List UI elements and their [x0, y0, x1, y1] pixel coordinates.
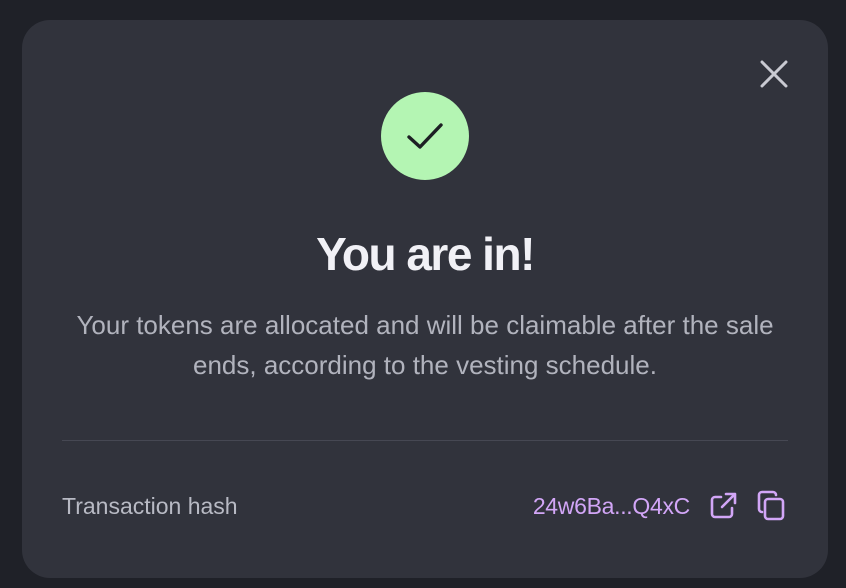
open-explorer-button[interactable] [706, 489, 740, 523]
external-link-icon [710, 492, 737, 519]
check-icon [407, 123, 443, 149]
transaction-hash-label: Transaction hash [62, 492, 238, 519]
copy-hash-button[interactable] [754, 489, 788, 523]
transaction-row: Transaction hash 24w6Ba...Q4xC [62, 488, 788, 524]
success-modal: You are in! Your tokens are allocated an… [22, 20, 828, 578]
transaction-hash-actions: 24w6Ba...Q4xC [533, 489, 788, 523]
transaction-hash-link[interactable]: 24w6Ba...Q4xC [533, 493, 690, 520]
close-icon [760, 60, 788, 88]
copy-icon [757, 490, 785, 521]
divider [62, 440, 788, 441]
modal-message: Your tokens are allocated and will be cl… [76, 310, 774, 380]
modal-title: You are in! [316, 228, 535, 280]
close-button[interactable] [758, 58, 790, 90]
success-badge [381, 92, 469, 180]
